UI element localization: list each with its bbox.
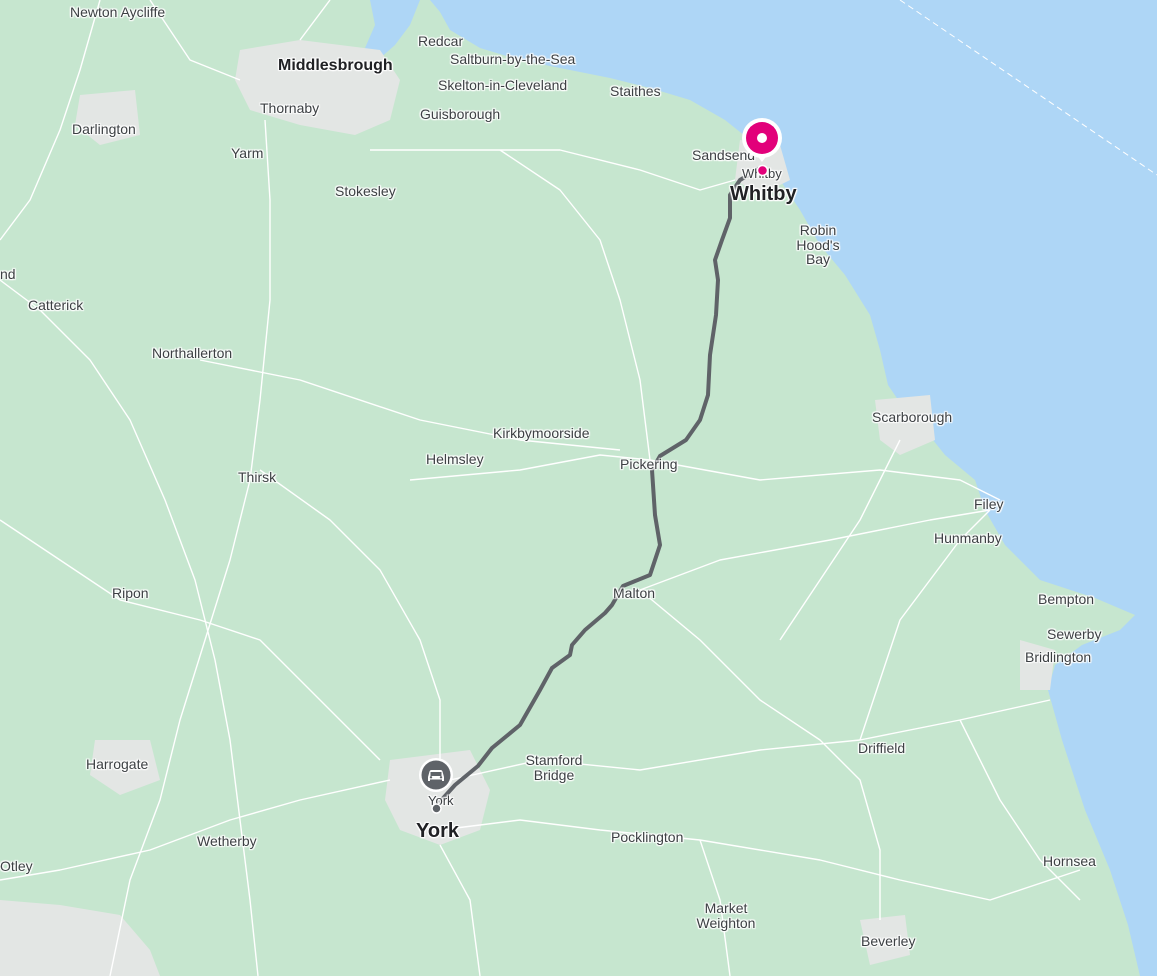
- place-label-beverley: Beverley: [861, 933, 916, 949]
- place-label-malton: Malton: [613, 585, 656, 601]
- place-label-saltburn: Saltburn-by-the-Sea: [450, 51, 576, 67]
- place-label-otley: Otley: [0, 858, 33, 874]
- place-label-middlesbrough: Middlesbrough: [278, 57, 393, 74]
- place-label-kirkbymoorside: Kirkbymoorside: [493, 425, 590, 441]
- place-label-wetherby: Wetherby: [197, 833, 257, 849]
- place-label-darlington: Darlington: [72, 121, 136, 137]
- place-label-driffield: Driffield: [858, 740, 906, 756]
- place-label-filey: Filey: [974, 496, 1004, 512]
- place-label-yarm: Yarm: [231, 145, 264, 161]
- place-label-stokesley: Stokesley: [335, 183, 396, 199]
- place-label-york: York: [416, 820, 459, 842]
- destination-marker[interactable]: [741, 117, 783, 165]
- place-label-sewerby: Sewerby: [1047, 626, 1102, 642]
- place-label-northallerton: Northallerton: [152, 345, 233, 361]
- place-label-pocklington: Pocklington: [611, 829, 684, 845]
- destination-pin-icon: [742, 118, 782, 162]
- place-label-guisborough: Guisborough: [420, 106, 501, 122]
- origin-car-marker[interactable]: [417, 756, 455, 794]
- place-label-thornaby: Thornaby: [260, 100, 320, 116]
- route-map[interactable]: Newton Aycliffe Middlesbrough Redcar Sal…: [0, 0, 1157, 976]
- place-label-helmsley: Helmsley: [426, 451, 484, 467]
- place-label-whitby: Whitby: [730, 183, 797, 205]
- place-label-newton-aycliffe: Newton Aycliffe: [70, 4, 166, 20]
- place-label-hornsea: Hornsea: [1043, 853, 1096, 869]
- place-label-catterick: Catterick: [28, 297, 84, 313]
- place-label-hunmanby: Hunmanby: [934, 530, 1002, 546]
- place-label-edge: nd: [0, 266, 16, 282]
- destination-point: [756, 164, 769, 177]
- map-canvas: [0, 0, 1157, 976]
- place-label-scarborough: Scarborough: [872, 409, 953, 425]
- place-label-market-weighton: Market Weighton: [696, 900, 756, 931]
- place-label-ripon: Ripon: [112, 585, 149, 601]
- place-label-robin-hoods-bay: Robin Hood's Bay: [796, 222, 840, 268]
- place-label-pickering: Pickering: [620, 456, 678, 472]
- place-label-skelton: Skelton-in-Cleveland: [438, 77, 568, 93]
- place-label-bridlington: Bridlington: [1025, 649, 1092, 665]
- destination-dot-icon: [756, 164, 769, 177]
- place-label-staithes: Staithes: [610, 83, 661, 99]
- origin-point: [431, 801, 442, 814]
- car-icon: [419, 758, 453, 792]
- place-label-redcar: Redcar: [418, 33, 464, 49]
- place-label-thirsk: Thirsk: [238, 469, 277, 485]
- place-label-harrogate: Harrogate: [86, 756, 149, 772]
- place-label-bempton: Bempton: [1038, 591, 1095, 607]
- origin-dot-icon: [431, 803, 442, 814]
- place-label-stamford-bridge: Stamford Bridge: [525, 752, 583, 783]
